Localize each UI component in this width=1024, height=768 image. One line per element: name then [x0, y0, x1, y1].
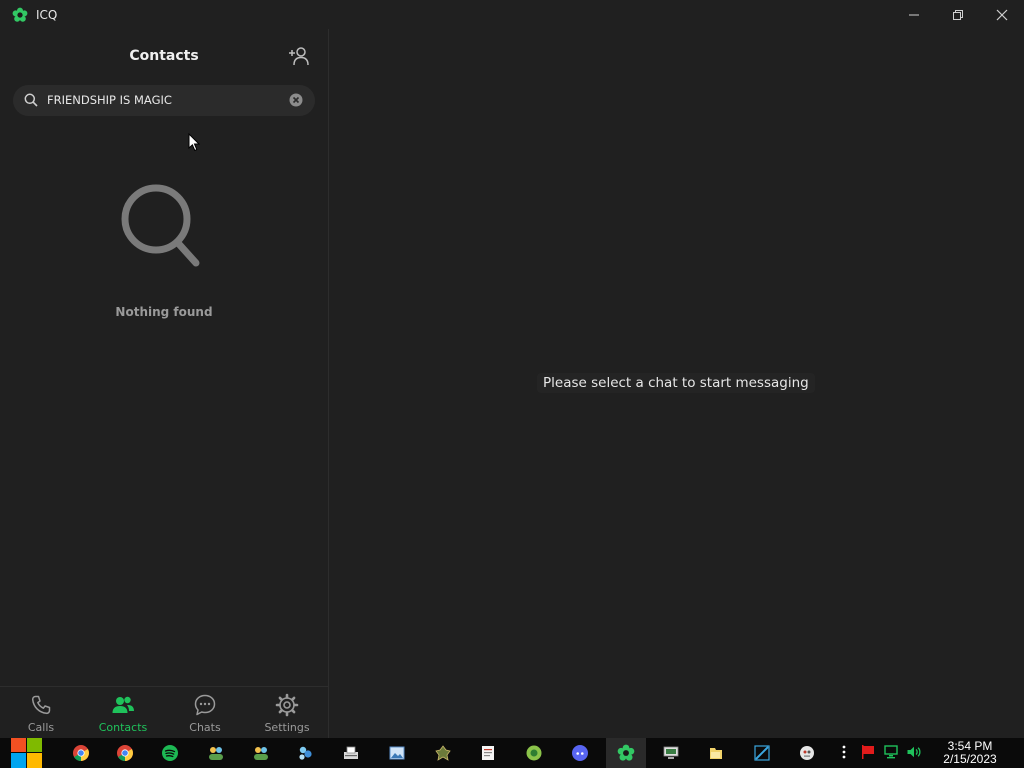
taskbar-spotify[interactable] — [150, 738, 190, 768]
search-icon — [24, 93, 38, 107]
messenger-icon — [299, 746, 312, 760]
photo-viewer-icon — [389, 746, 405, 760]
taskbar-photo-viewer[interactable] — [377, 738, 417, 768]
network-icon[interactable] — [883, 744, 899, 760]
document-icon — [482, 746, 494, 760]
bottom-navigation: Calls Contacts Chats Settings — [0, 686, 328, 739]
taskbar-messenger[interactable] — [285, 738, 325, 768]
flag-icon[interactable] — [860, 744, 876, 760]
nav-calls-label: Calls — [27, 721, 55, 734]
add-contact-icon[interactable] — [288, 46, 310, 66]
taskbar-remote-desktop[interactable] — [651, 738, 691, 768]
people-icon — [254, 747, 268, 760]
sidebar-title: Contacts — [129, 48, 199, 64]
taskbar-chrome-2[interactable] — [105, 738, 145, 768]
nav-calls[interactable]: Calls — [0, 687, 82, 739]
chat-icon — [194, 694, 216, 716]
minimize-button[interactable] — [892, 0, 936, 29]
bot-icon — [800, 746, 814, 760]
magnifier-icon — [121, 184, 200, 267]
taskbar-icq[interactable] — [606, 738, 646, 768]
taskbar-document[interactable] — [468, 738, 508, 768]
people-icon — [209, 747, 223, 760]
scanner-icon — [344, 746, 358, 759]
sketch-icon — [754, 745, 770, 761]
taskbar-chrome-1[interactable] — [61, 738, 101, 768]
chrome-icon — [73, 745, 89, 761]
icq-logo-icon — [12, 7, 28, 22]
system-clock[interactable]: 3:54 PM 2/15/2023 — [936, 740, 1004, 766]
windows-start-icon[interactable] — [10, 738, 44, 768]
nav-contacts[interactable]: Contacts — [82, 687, 164, 739]
search-input[interactable] — [47, 89, 283, 111]
spotify-icon — [162, 745, 178, 761]
volume-icon[interactable] — [906, 744, 922, 760]
icq-icon — [617, 744, 635, 761]
restore-icon — [953, 9, 963, 20]
nav-chats[interactable]: Chats — [164, 687, 246, 739]
chat-area: Please select a chat to start messaging — [329, 29, 1024, 738]
empty-state-text: Nothing found — [115, 305, 213, 319]
overflow-menu-icon[interactable] — [836, 744, 852, 760]
contacts-sidebar: Contacts Nothing found Calls — [0, 29, 329, 739]
taskbar-game[interactable] — [423, 738, 463, 768]
contacts-icon — [112, 696, 134, 713]
gear-icon — [275, 693, 299, 717]
mouse-cursor-icon — [188, 133, 200, 152]
taskbar-people-2[interactable] — [241, 738, 281, 768]
nav-settings[interactable]: Settings — [246, 687, 328, 739]
game-icon — [435, 745, 451, 761]
search-box[interactable] — [13, 85, 315, 116]
close-button[interactable] — [980, 0, 1024, 29]
discord-icon — [572, 745, 588, 761]
taskbar-sketch[interactable] — [742, 738, 782, 768]
window-title: ICQ — [36, 8, 58, 22]
taskbar: 3:54 PM 2/15/2023 — [0, 738, 1024, 768]
nav-chats-label: Chats — [189, 721, 221, 734]
folder-icon — [710, 748, 722, 759]
remote-desktop-icon — [663, 746, 679, 759]
close-icon — [996, 9, 1008, 20]
clock-date: 2/15/2023 — [943, 752, 997, 766]
empty-chat-message: Please select a chat to start messaging — [537, 373, 815, 393]
title-bar: ICQ — [0, 0, 1024, 29]
taskbar-people-1[interactable] — [196, 738, 236, 768]
browser-icon — [526, 745, 542, 761]
restore-button[interactable] — [936, 0, 980, 29]
taskbar-discord[interactable] — [560, 738, 600, 768]
taskbar-bot[interactable] — [787, 738, 827, 768]
taskbar-files[interactable] — [696, 738, 736, 768]
nav-contacts-label: Contacts — [98, 721, 148, 734]
chrome-icon — [117, 745, 133, 761]
minimize-icon — [909, 14, 919, 15]
clear-search-icon[interactable] — [289, 93, 303, 107]
phone-icon — [31, 695, 51, 715]
nav-settings-label: Settings — [264, 721, 310, 734]
taskbar-browser[interactable] — [514, 738, 554, 768]
taskbar-scanner[interactable] — [331, 738, 371, 768]
